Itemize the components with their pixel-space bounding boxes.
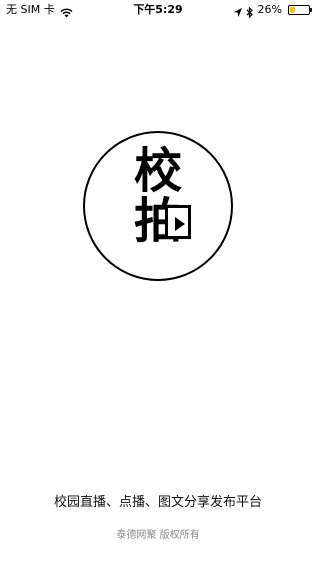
location-arrow-icon (233, 5, 242, 17)
battery-level-fill (290, 7, 295, 13)
battery-percent: 26% (257, 3, 282, 16)
play-triangle-icon (175, 217, 185, 231)
copyright-notice: 泰德网聚 版权所有 (116, 530, 200, 541)
bluetooth-icon (246, 5, 254, 19)
status-right: 26% (233, 0, 312, 20)
splash-screen: 无 SIM 卡 下午5:29 26% 校 拍 校园直播、点播、图文分享发布平台 … (0, 0, 316, 562)
status-bar: 无 SIM 卡 下午5:29 26% (0, 0, 316, 20)
battery-icon (288, 5, 312, 15)
film-play-icon (165, 205, 191, 239)
app-logo: 校 拍 (83, 131, 233, 281)
app-tagline: 校园直播、点播、图文分享发布平台 (53, 495, 262, 510)
logo-char-bottom: 拍 (133, 193, 182, 249)
logo-char-top: 校 (133, 143, 182, 199)
